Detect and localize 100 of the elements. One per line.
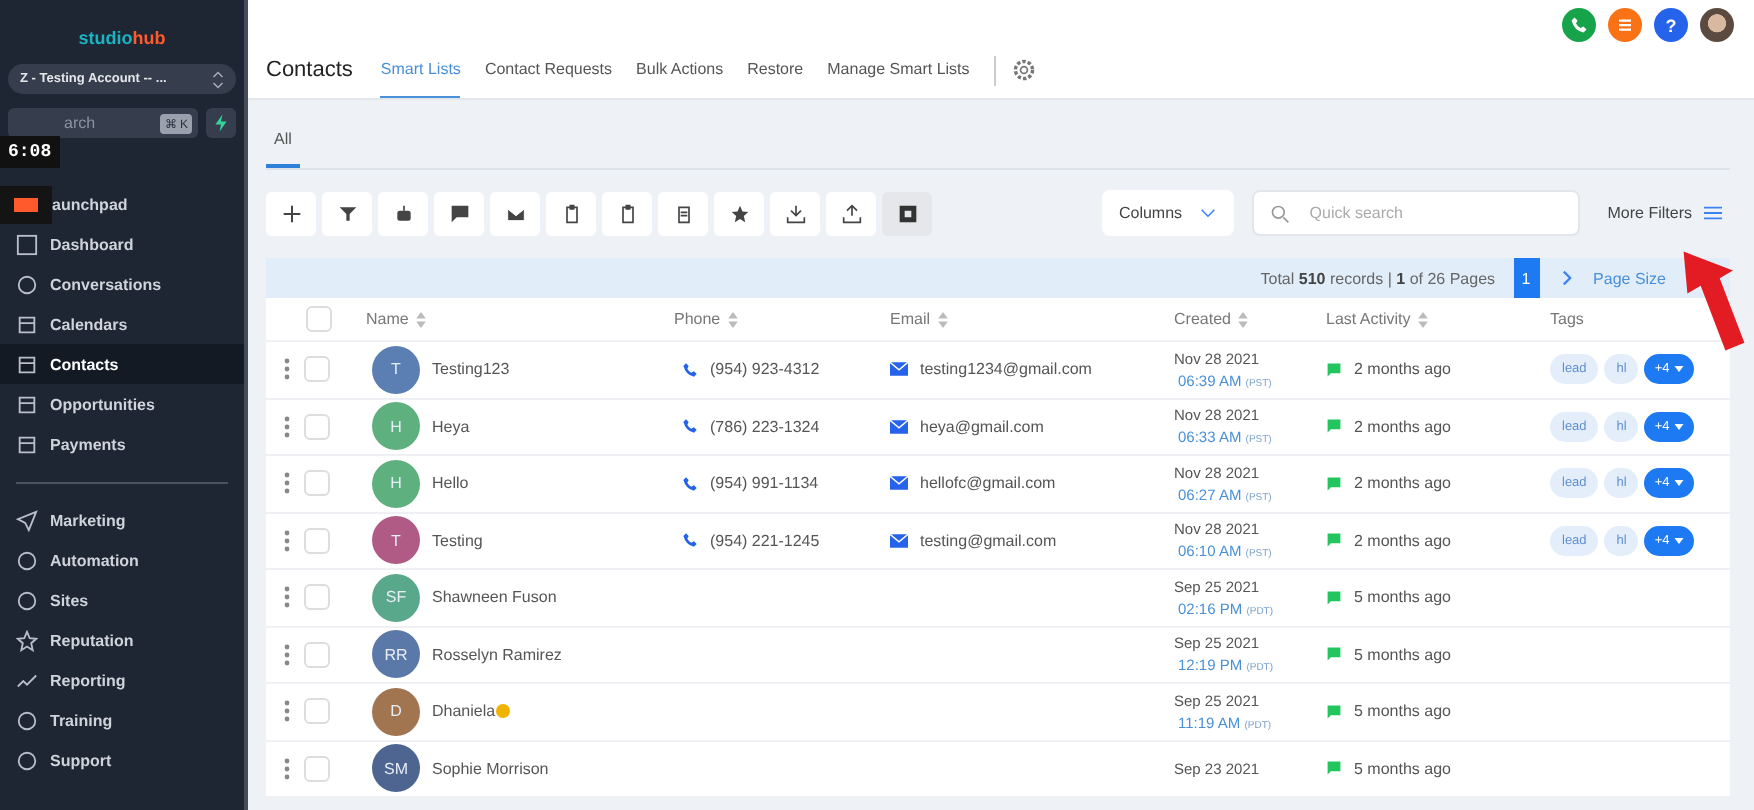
toolbar-button[interactable]: [490, 191, 540, 235]
user-avatar[interactable]: [1700, 8, 1734, 42]
contact-name[interactable]: Dhaniela: [432, 702, 496, 721]
more-filters-button[interactable]: More Filters: [1601, 204, 1730, 222]
row-checkbox[interactable]: [304, 413, 330, 440]
list-button[interactable]: [1608, 8, 1642, 42]
quick-action-button[interactable]: [206, 108, 236, 138]
nav-icon: [16, 669, 38, 691]
toolbar-button[interactable]: [546, 191, 596, 235]
contact-name[interactable]: Shawneen Fuson: [432, 588, 557, 607]
row-checkbox[interactable]: [304, 356, 330, 383]
sidebar-item[interactable]: Contacts: [0, 344, 244, 384]
nav-tab[interactable]: Manage Smart Lists: [827, 42, 970, 98]
sort-icon: [1418, 311, 1429, 327]
phone-button[interactable]: [1562, 8, 1596, 42]
mail-icon: [890, 533, 908, 548]
nav-tab[interactable]: Restore: [747, 42, 804, 98]
upload-icon: [841, 203, 861, 223]
sidebar-item[interactable]: Payments: [0, 424, 244, 464]
contact-name[interactable]: Testing123: [432, 360, 510, 379]
columns-dropdown[interactable]: Columns: [1101, 190, 1234, 236]
sidebar-item[interactable]: Calendars: [0, 304, 244, 344]
clipboard-icon: [673, 203, 693, 223]
nav-tab[interactable]: Bulk Actions: [636, 42, 724, 98]
column-header[interactable]: Last Activity: [1326, 310, 1429, 328]
avatar-initials: T: [372, 516, 420, 565]
drag-handle-icon[interactable]: [284, 757, 290, 780]
drag-handle-icon[interactable]: [284, 586, 290, 609]
sidebar-item[interactable]: aunchpad: [52, 184, 244, 224]
column-header[interactable]: Phone: [674, 310, 739, 328]
page-title: Contacts: [266, 58, 353, 82]
nav-icon: [16, 273, 38, 295]
drag-handle-icon[interactable]: [284, 700, 290, 723]
sidebar-item[interactable]: Conversations: [0, 264, 244, 304]
row-checkbox[interactable]: [304, 641, 330, 668]
drag-handle-icon[interactable]: [284, 643, 290, 666]
chevron-right-icon[interactable]: [1561, 270, 1572, 286]
toolbar-button[interactable]: [434, 191, 484, 235]
row-checkbox[interactable]: [304, 584, 330, 611]
avatar-initials: D: [372, 687, 420, 736]
row-checkbox[interactable]: [304, 698, 330, 725]
toolbar-button[interactable]: [266, 191, 316, 235]
sidebar-item[interactable]: Dashboard: [0, 224, 244, 264]
sidebar-item[interactable]: Training: [0, 700, 244, 740]
sidebar-item[interactable]: Marketing: [0, 500, 244, 540]
toolbar-button[interactable]: [714, 191, 764, 235]
toolbar-button[interactable]: [658, 191, 708, 235]
contact-name[interactable]: Rosselyn Ramirez: [432, 645, 562, 664]
mail-icon: [890, 419, 908, 434]
row-checkbox[interactable]: [304, 527, 330, 554]
avatar-initials: T: [372, 345, 420, 394]
drag-handle-icon[interactable]: [284, 415, 290, 438]
page-button[interactable]: 1: [1513, 258, 1540, 298]
toolbar-button[interactable]: [826, 191, 876, 235]
toolbar-button[interactable]: [882, 191, 932, 235]
row-checkbox[interactable]: [304, 755, 330, 782]
contact-name[interactable]: Testing: [432, 531, 483, 550]
contact-name[interactable]: Heya: [432, 417, 470, 436]
row-checkbox[interactable]: [304, 470, 330, 497]
toolbar-button[interactable]: [378, 191, 428, 235]
select-all-checkbox[interactable]: [306, 306, 332, 332]
column-header[interactable]: Tags: [1550, 310, 1584, 328]
last-activity: 2 months ago: [1354, 417, 1451, 436]
sort-icon: [728, 311, 739, 327]
plus-icon: [281, 203, 301, 223]
toolbar-button[interactable]: [322, 191, 372, 235]
grid-icon: [897, 203, 917, 223]
sidebar-item[interactable]: Automation: [0, 540, 244, 580]
help-button[interactable]: ?: [1654, 8, 1688, 42]
column-header[interactable]: Created: [1174, 310, 1249, 328]
drag-handle-icon[interactable]: [284, 358, 290, 381]
bolt-icon: [214, 114, 228, 132]
sidebar-item[interactable]: Reporting: [0, 660, 244, 700]
contact-name[interactable]: Sophie Morrison: [432, 759, 549, 778]
drag-handle-icon[interactable]: [284, 529, 290, 552]
toolbar-button[interactable]: [602, 191, 652, 235]
phone-icon: [682, 361, 698, 378]
drag-handle-icon[interactable]: [284, 472, 290, 495]
nav-tab[interactable]: Contact Requests: [484, 42, 613, 98]
message-icon: [1326, 760, 1342, 777]
sort-icon: [1238, 311, 1249, 327]
list-tab[interactable]: All: [266, 130, 300, 168]
message-icon: [1326, 532, 1342, 549]
message-icon: [1326, 361, 1342, 378]
sidebar-item[interactable]: Support: [0, 740, 244, 780]
search-input[interactable]: arch: [60, 112, 161, 134]
message-icon: [1326, 418, 1342, 435]
settings-icon[interactable]: [1011, 58, 1036, 82]
sidebar-item[interactable]: Opportunities: [0, 384, 244, 424]
avatar-initials: SF: [372, 573, 420, 622]
column-header[interactable]: Email: [890, 310, 949, 328]
timestamp-tooltip: 6:08: [0, 136, 60, 168]
column-header[interactable]: Name: [366, 310, 427, 328]
quick-search-field[interactable]: Quick search: [1251, 190, 1580, 236]
nav-icon: [16, 709, 38, 731]
contact-name[interactable]: Hello: [432, 474, 469, 493]
sidebar-item[interactable]: Sites: [0, 580, 244, 620]
last-activity: 5 months ago: [1354, 588, 1451, 607]
sidebar-item[interactable]: Reputation: [0, 620, 244, 660]
toolbar-button[interactable]: [770, 191, 820, 235]
